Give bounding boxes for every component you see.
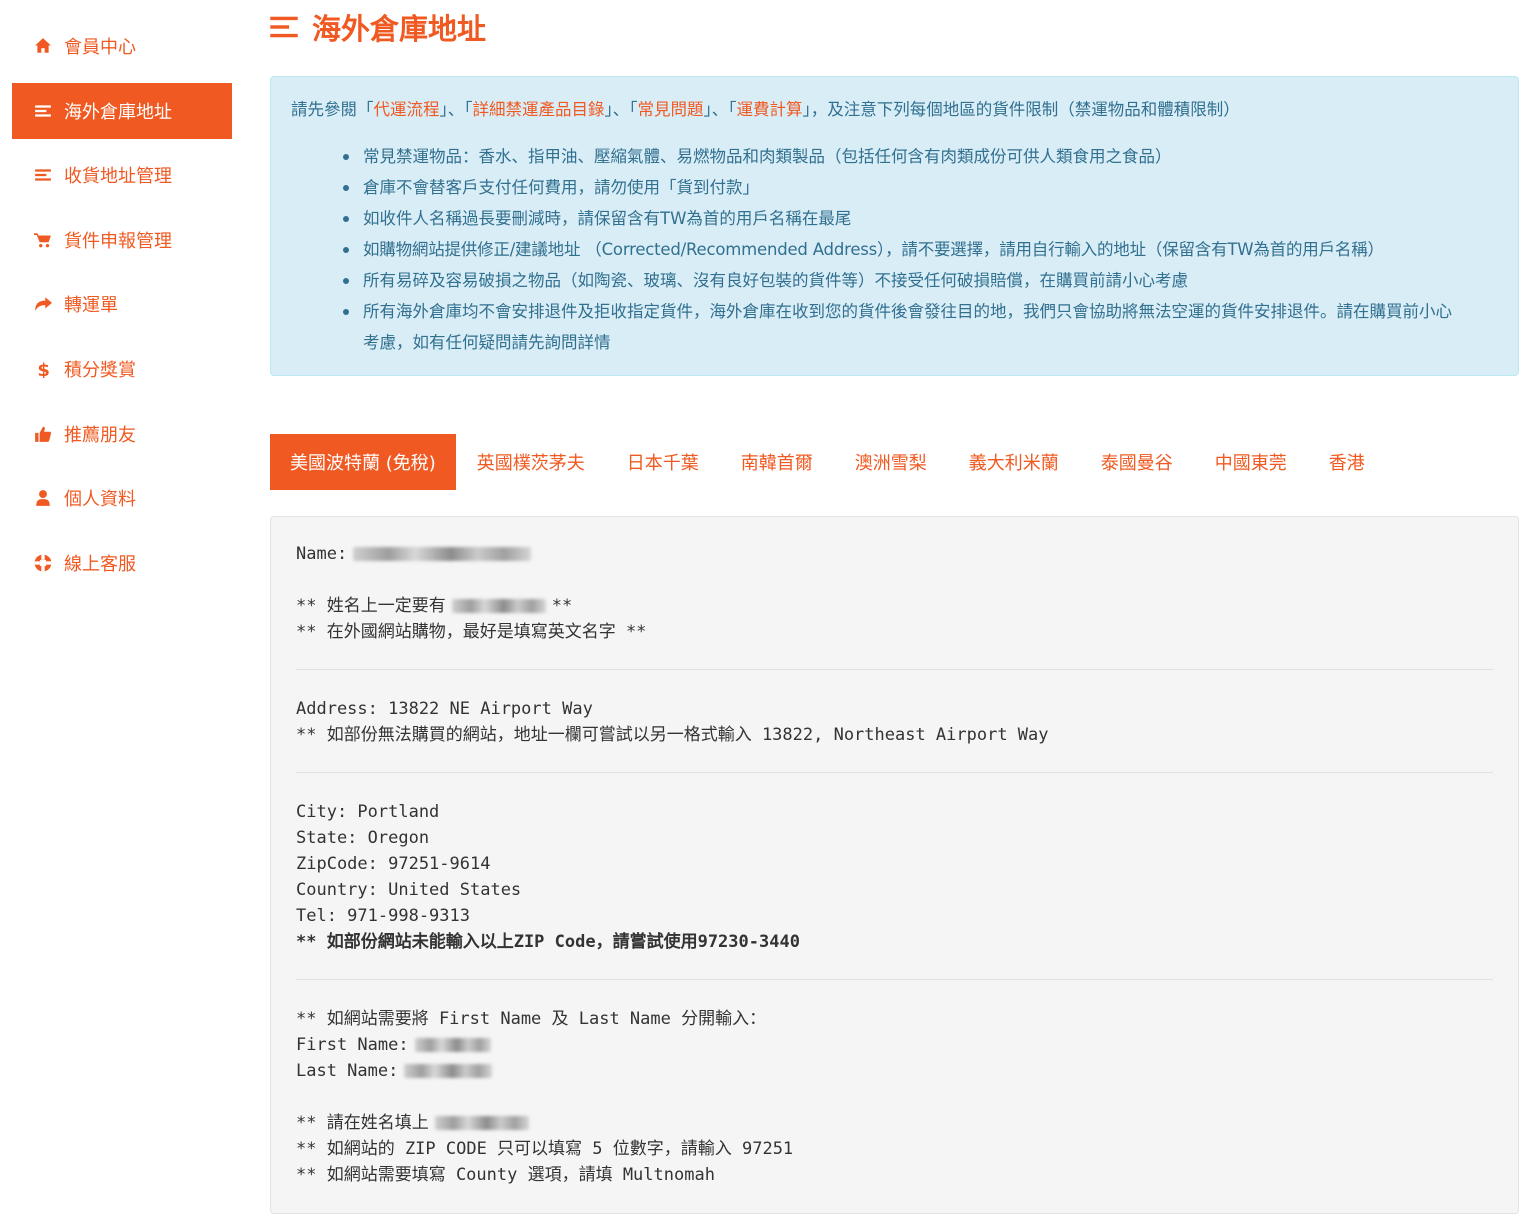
sidebar-item-label: 推薦朋友 — [64, 424, 136, 446]
share-icon — [34, 295, 52, 313]
tab-china-dongguan[interactable]: 中國東莞 — [1194, 434, 1308, 490]
list-item: 倉庫不會替客戶支付任何費用，請勿使用「貨到付款」 — [343, 172, 1498, 203]
county-note: ** 如網站需要填寫 County 選項，請填 Multnomah — [296, 1165, 715, 1185]
shipping-cost-link[interactable]: 運費計算 — [737, 100, 803, 119]
warehouse-tabs: 美國波特蘭 (免稅) 英國樸茨茅夫 日本千葉 南韓首爾 澳洲雪梨 義大利米蘭 泰… — [270, 434, 1386, 490]
sidebar-item-label: 貨件申報管理 — [64, 230, 172, 252]
sidebar-item-label: 會員中心 — [64, 37, 136, 58]
last-name-line: Last Name: — [296, 1058, 1493, 1084]
address-panel: Name: ** 姓名上一定要有 ** ** 在外國網站購物，最好是填寫英文名字 … — [270, 516, 1519, 1214]
sidebar-item-address-management[interactable]: 收貨地址管理 — [12, 147, 232, 203]
prohibited-items-link[interactable]: 詳細禁運產品目錄 — [473, 100, 605, 119]
home-icon — [34, 37, 52, 55]
list-item: 所有易碎及容易破損之物品（如陶瓷、玻璃、沒有良好包裝的貨件等）不接受任何破損賠償… — [343, 265, 1498, 296]
tab-japan-chiba[interactable]: 日本千葉 — [606, 434, 720, 490]
sidebar-item-label: 收貨地址管理 — [64, 166, 172, 188]
divider — [296, 772, 1493, 773]
sidebar-item-reward-points[interactable]: $ 積分獎賞 — [12, 341, 232, 397]
tab-italy-milan[interactable]: 義大利米蘭 — [948, 434, 1080, 490]
tab-hong-kong[interactable]: 香港 — [1308, 434, 1386, 490]
zipcode-line: ZipCode: 97251-9614 — [296, 854, 491, 874]
faq-link[interactable]: 常見問題 — [638, 100, 704, 119]
tab-australia-sydney[interactable]: 澳洲雪梨 — [834, 434, 948, 490]
thumbs-up-icon — [34, 425, 52, 443]
tab-korea-seoul[interactable]: 南韓首爾 — [720, 434, 834, 490]
intro-text: 」，及注意下列每個地區的貨件限制（禁運物品和體積限制） — [802, 100, 1240, 119]
page-title-text: 海外倉庫地址 — [312, 12, 487, 46]
tab-uk-portsmouth[interactable]: 英國樸茨茅夫 — [456, 434, 606, 490]
sidebar-item-label: 海外倉庫地址 — [64, 101, 172, 123]
redacted-last-name — [404, 1064, 493, 1078]
alt-zip-note: ** 如部份網站未能輸入以上ZIP Code，請嘗試使用97230-3440 — [296, 932, 800, 952]
sidebar-item-transfer-order[interactable]: 轉運單 — [12, 276, 232, 332]
intro-separator: 」、「 — [604, 100, 638, 119]
list-item: 常見禁運物品：香水、指甲油、壓縮氣體、易燃物品和肉類製品（包括任何含有肉類成份可… — [343, 141, 1498, 172]
list-icon — [34, 166, 52, 184]
cart-icon — [34, 231, 52, 249]
split-name-note: ** 如網站需要將 First Name 及 Last Name 分開輸入： — [296, 1009, 767, 1029]
city-line: City: Portland — [296, 802, 440, 822]
first-name-line: First Name: — [296, 1032, 1493, 1058]
name-label: Name: — [296, 544, 348, 564]
sidebar-item-declaration-management[interactable]: 貨件申報管理 — [12, 212, 232, 268]
last-name-label: Last Name: — [296, 1061, 399, 1081]
sidebar-item-online-support[interactable]: 線上客服 — [12, 535, 232, 591]
sidebar: 會員中心 海外倉庫地址 收貨地址管理 貨件申報管理 轉運單 $ 積分獎賞 推薦朋… — [12, 18, 232, 599]
tel-line: Tel: 971-998-9313 — [296, 906, 470, 926]
address-line: Address: 13822 NE Airport Way — [296, 699, 593, 719]
sidebar-item-label: 個人資料 — [64, 489, 136, 511]
sidebar-item-member-center[interactable]: 會員中心 — [12, 18, 232, 74]
info-intro: 請先參閱「代運流程」、「詳細禁運產品目錄」、「常見問題」、「運費計算」，及注意下… — [291, 97, 1498, 123]
svg-text:$: $ — [37, 360, 50, 378]
shipping-process-link[interactable]: 代運流程 — [374, 100, 440, 119]
note-text: ** 姓名上一定要有 — [296, 596, 446, 616]
name-line: Name: — [296, 541, 1493, 567]
sidebar-item-label: 轉運單 — [64, 295, 118, 317]
divider — [296, 669, 1493, 670]
intro-separator: 」、「 — [439, 100, 473, 119]
restrictions-list: 常見禁運物品：香水、指甲油、壓縮氣體、易燃物品和肉類製品（包括任何含有肉類成份可… — [291, 141, 1498, 358]
list-item: 所有海外倉庫均不會安排退件及拒收指定貨件，海外倉庫在收到您的貨件後會發往目的地，… — [343, 296, 1498, 358]
sidebar-item-refer-friends[interactable]: 推薦朋友 — [12, 406, 232, 462]
tab-thailand-bangkok[interactable]: 泰國曼谷 — [1080, 434, 1194, 490]
fill-name-note: ** 請在姓名填上 — [296, 1110, 1493, 1136]
dollar-icon: $ — [34, 360, 52, 378]
country-line: Country: United States — [296, 880, 522, 900]
sidebar-item-label: 線上客服 — [64, 553, 136, 575]
info-alert: 請先參閱「代運流程」、「詳細禁運產品目錄」、「常見問題」、「運費計算」，及注意下… — [270, 76, 1519, 376]
divider — [296, 979, 1493, 980]
state-line: State: Oregon — [296, 828, 430, 848]
tab-usa-portland[interactable]: 美國波特蘭 (免稅) — [270, 434, 456, 490]
lifebuoy-icon — [34, 554, 52, 572]
english-name-note: ** 在外國網站購物，最好是填寫英文名字 ** — [296, 622, 647, 642]
sidebar-item-label: 積分獎賞 — [64, 359, 136, 381]
redacted-username — [451, 599, 546, 613]
list-item: 如購物網站提供修正/建議地址 （Corrected/Recommended Ad… — [343, 234, 1498, 265]
user-icon — [34, 489, 52, 507]
list-icon — [270, 15, 298, 39]
first-name-label: First Name: — [296, 1035, 409, 1055]
list-item: 如收件人名稱過長要刪減時，請保留含有TW為首的用戶名稱在最尾 — [343, 203, 1498, 234]
redacted-username — [434, 1116, 529, 1130]
sidebar-item-overseas-warehouse[interactable]: 海外倉庫地址 — [12, 82, 232, 139]
intro-separator: 」、「 — [703, 100, 737, 119]
note-text: ** 請在姓名填上 — [296, 1113, 429, 1133]
redacted-first-name — [414, 1038, 491, 1052]
address-alt-note: ** 如部份無法購買的網站，地址一欄可嘗試以另一格式輸入 13822, Nort… — [296, 725, 1049, 745]
page-title: 海外倉庫地址 — [270, 4, 486, 50]
name-note: ** 姓名上一定要有 ** — [296, 593, 1493, 619]
list-icon — [34, 102, 52, 120]
note-text: ** — [551, 596, 573, 616]
intro-text: 請先參閱「 — [291, 100, 374, 119]
sidebar-item-personal-info[interactable]: 個人資料 — [12, 470, 232, 526]
zip5-note: ** 如網站的 ZIP CODE 只可以填寫 5 位數字，請輸入 97251 — [296, 1139, 794, 1159]
redacted-name — [353, 547, 532, 561]
